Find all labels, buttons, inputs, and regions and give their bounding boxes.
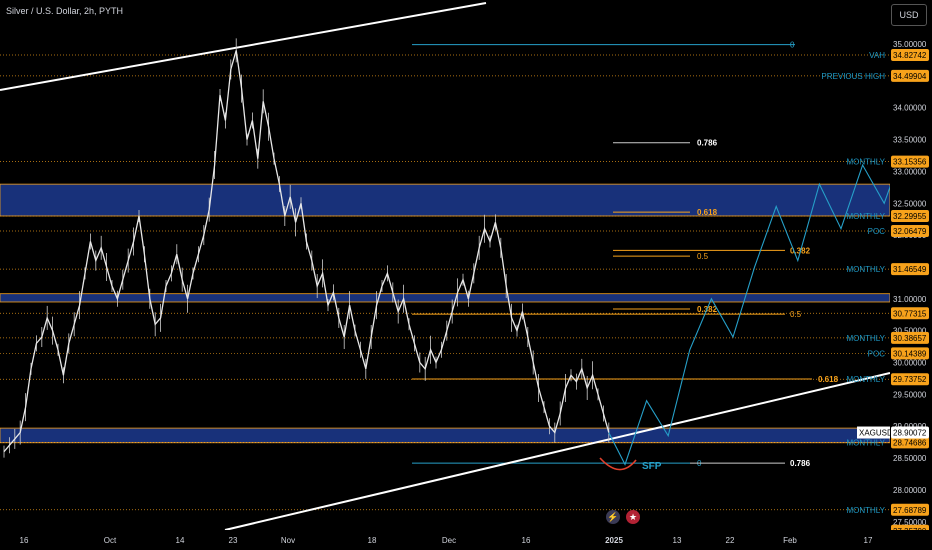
level-price-7: 30.38657 — [893, 334, 927, 343]
y-tick-3: 33.50000 — [893, 136, 927, 145]
level-price-9: 29.73752 — [893, 375, 927, 384]
event-icons: ⚡ ★ — [606, 510, 640, 524]
sfp-arc — [599, 457, 637, 471]
level-name-1: PREVIOUS HIGH — [821, 72, 885, 81]
x-tick-7: 16 — [522, 536, 531, 545]
level-name-5: MONTHLY — [846, 265, 885, 274]
x-tick-3: 23 — [229, 536, 238, 545]
fib-label-0: 0 — [790, 41, 795, 50]
y-tick-13: 28.50000 — [893, 454, 927, 463]
upper-trendline — [0, 2, 487, 91]
zone-2 — [0, 427, 891, 444]
level-price-5: 31.46549 — [893, 265, 927, 274]
x-tick-1: Oct — [104, 536, 117, 545]
chart-title: Silver / U.S. Dollar, 2h, PYTH — [6, 6, 124, 16]
level-price-10: 28.74686 — [893, 438, 927, 447]
y-tick-0: 35.00000 — [893, 40, 927, 49]
x-tick-2: 14 — [176, 536, 185, 545]
fib-label-9: 0.786 — [790, 459, 811, 468]
level-price-1: 34.49904 — [893, 72, 927, 81]
y-tick-14: 28.00000 — [893, 486, 927, 495]
x-tick-8: 2025 — [605, 536, 623, 545]
x-tick-0: 16 — [20, 536, 29, 545]
y-tick-2: 34.00000 — [893, 104, 927, 113]
x-tick-10: 22 — [726, 536, 735, 545]
level-price-3: 32.29955 — [893, 212, 927, 221]
price-chart[interactable]: 00.7860.6180.3820.50.3820.50.61800.786SF… — [0, 0, 932, 550]
current-price: 28.90072 — [893, 429, 927, 438]
lightning-event-icon[interactable]: ⚡ — [606, 510, 620, 524]
y-tick-5: 32.50000 — [893, 199, 927, 208]
lower-trendline — [224, 372, 891, 531]
level-price-2: 33.15356 — [893, 158, 927, 167]
y-tick-8: 31.00000 — [893, 295, 927, 304]
level-name-4: POC — [868, 227, 886, 236]
y-tick-11: 29.50000 — [893, 390, 927, 399]
level-name-0: VAH — [869, 51, 885, 60]
level-name-7: MONTHLY — [846, 334, 885, 343]
level-price-11: 27.68789 — [893, 506, 927, 515]
level-name-3: MONTHLY — [846, 212, 885, 221]
us-flag-event-icon[interactable]: ★ — [626, 510, 640, 524]
y-tick-10: 30.00000 — [893, 359, 927, 368]
x-tick-5: 18 — [368, 536, 377, 545]
zone-1 — [0, 293, 891, 303]
level-price-0: 34.82742 — [893, 51, 927, 60]
fib-label-6: 0.5 — [790, 310, 802, 319]
level-price-8: 30.14389 — [893, 349, 927, 358]
fib-label-7: 0.618 — [818, 375, 839, 384]
level-price-4: 32.06479 — [893, 227, 927, 236]
zone-0 — [0, 183, 891, 217]
level-name-8: POC — [868, 349, 886, 358]
x-tick-11: Feb — [783, 536, 797, 545]
level-name-2: MONTHLY — [846, 158, 885, 167]
x-tick-4: Nov — [281, 536, 295, 545]
fib-label-1: 0.786 — [697, 139, 718, 148]
symbol-tag: XAGUSD — [859, 429, 893, 438]
currency-button[interactable]: USD — [891, 4, 927, 26]
level-name-9: MONTHLY — [846, 375, 885, 384]
fib-label-4: 0.5 — [697, 252, 709, 261]
x-tick-12: 17 — [864, 536, 873, 545]
x-tick-6: Dec — [442, 536, 456, 545]
price-series-line — [3, 50, 610, 453]
level-name-10: MONTHLY — [846, 438, 885, 447]
level-name-11: MONTHLY — [846, 506, 885, 515]
x-tick-9: 13 — [673, 536, 682, 545]
sfp-label: SFP — [642, 461, 662, 472]
fib-label-2: 0.618 — [697, 208, 718, 217]
level-price-6: 30.77315 — [893, 309, 927, 318]
y-tick-4: 33.00000 — [893, 167, 927, 176]
